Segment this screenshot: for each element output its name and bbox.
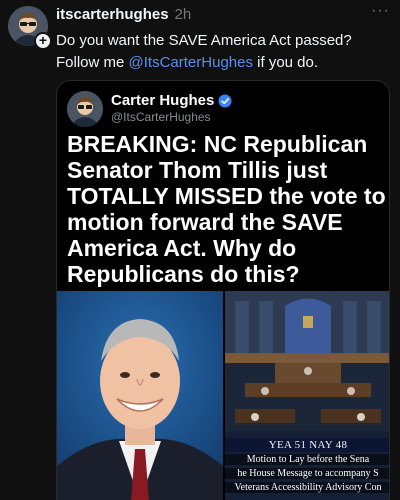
post-username[interactable]: itscarterhughes [56, 6, 169, 23]
vote-caption-line1: Motion to Lay before the Sena [225, 454, 389, 465]
mention-link[interactable]: @ItsCarterHughes [129, 54, 253, 71]
quote-avatar-icon [67, 91, 103, 127]
plus-icon[interactable]: + [34, 32, 52, 50]
post-text-line1: Do you want the SAVE America Act passed? [56, 32, 352, 49]
quote-headline: BREAKING: NC Republican Senator Thom Til… [67, 131, 386, 287]
vote-tally: YEA 51 NAY 48 [225, 438, 389, 452]
post-timestamp: 2h [174, 5, 192, 23]
embedded-media-card[interactable]: Carter Hughes @ItsCarterHughes BREAKING:… [56, 80, 390, 500]
post-text-before-mention: Follow me [56, 54, 129, 71]
vote-caption-line2: he House Message to accompany S [225, 468, 389, 479]
post-text: Do you want the SAVE America Act passed?… [56, 30, 390, 74]
vote-caption-line3: Veterans Accessibility Advisory Con [225, 482, 389, 493]
quote-display-name: Carter Hughes [111, 92, 215, 109]
senator-portrait-image [57, 291, 223, 500]
more-horizontal-icon[interactable]: ··· [371, 3, 390, 19]
author-avatar[interactable]: + [8, 6, 52, 50]
thread-post: + itscarterhughes 2h ··· Do you want the… [0, 0, 400, 500]
post-text-line2: Follow me @ItsCarterHughes if you do. [56, 52, 390, 74]
quote-handle: @ItsCarterHughes [111, 110, 211, 124]
quote-name-row: Carter Hughes [111, 92, 232, 109]
post-header: itscarterhughes 2h ··· [56, 3, 390, 24]
post-text-after-mention: if you do. [252, 54, 319, 71]
verified-badge-icon [218, 94, 232, 107]
